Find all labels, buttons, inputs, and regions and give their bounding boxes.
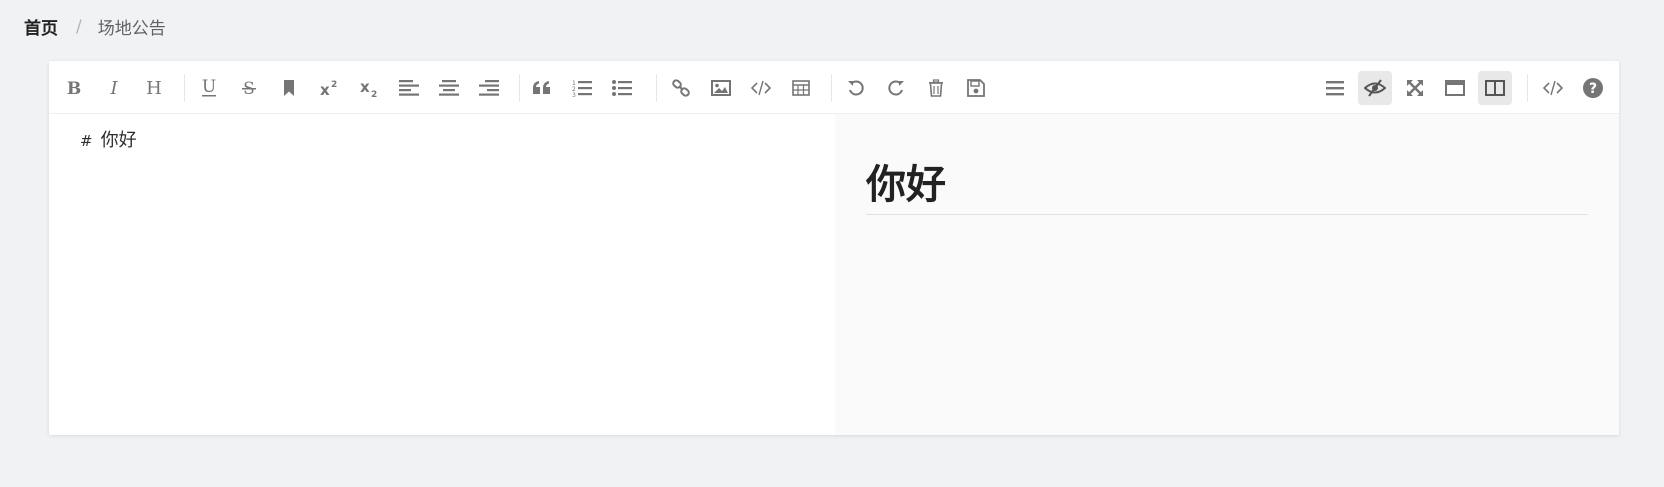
superscript-button[interactable]: x2 [312, 71, 346, 105]
undo-icon [847, 79, 865, 97]
svg-text:2: 2 [371, 90, 377, 98]
image-icon [711, 80, 731, 96]
align-left-icon [399, 80, 419, 96]
svg-text:I: I [109, 79, 118, 97]
bars-icon [1326, 80, 1344, 96]
strikethrough-button[interactable]: S [232, 71, 266, 105]
table-button[interactable] [784, 71, 818, 105]
undo-button[interactable] [839, 71, 873, 105]
editor-toolbar: B I H U S x2 x2 1 2 3 ? [49, 61, 1619, 114]
italic-icon: I [105, 79, 123, 97]
underline-icon: U [200, 78, 218, 98]
html-code-button[interactable] [1536, 71, 1570, 105]
help-button[interactable]: ? [1576, 71, 1610, 105]
unordered-list-button[interactable] [605, 71, 639, 105]
underline-button[interactable]: U [192, 71, 226, 105]
header-icon: H [144, 79, 164, 97]
preview-toggle-button[interactable] [1358, 71, 1392, 105]
superscript-icon: x2 [319, 79, 339, 97]
save-icon [967, 79, 985, 97]
mark-button[interactable] [272, 71, 306, 105]
breadcrumb-separator: / [76, 16, 82, 37]
svg-text:U: U [202, 78, 216, 97]
toolbar-divider [519, 74, 520, 102]
redo-button[interactable] [879, 71, 913, 105]
markdown-editor: B I H U S x2 x2 1 2 3 ? # 你好 你好 [49, 61, 1619, 435]
breadcrumb-current: 场地公告 [97, 19, 166, 39]
link-button[interactable] [664, 71, 698, 105]
quote-button[interactable] [525, 71, 559, 105]
fullscreen-button[interactable] [1398, 71, 1432, 105]
redo-icon [887, 79, 905, 97]
svg-text:3: 3 [572, 92, 576, 97]
table-icon [792, 80, 810, 96]
code-button[interactable] [744, 71, 778, 105]
markdown-source-pane[interactable]: # 你好 [49, 114, 835, 435]
toolbar-divider [1527, 74, 1528, 102]
svg-text:x: x [320, 81, 330, 97]
bold-button[interactable]: B [57, 71, 91, 105]
expand-icon [1406, 79, 1424, 97]
bookmark-icon [282, 80, 296, 96]
subscript-button[interactable]: x2 [352, 71, 386, 105]
breadcrumb-home[interactable]: 首页 [24, 14, 58, 39]
svg-text:2: 2 [331, 80, 337, 90]
window-icon [1445, 80, 1465, 96]
ordered-list-icon: 123 [572, 79, 592, 97]
svg-text:B: B [67, 79, 81, 97]
quote-icon [533, 80, 551, 96]
align-right-button[interactable] [472, 71, 506, 105]
save-button[interactable] [959, 71, 993, 105]
read-mode-button[interactable] [1438, 71, 1472, 105]
toolbar-divider [656, 74, 657, 102]
align-center-icon [439, 80, 459, 96]
toolbar-divider [184, 74, 185, 102]
eye-slash-icon [1364, 79, 1386, 97]
subscript-icon: x2 [359, 78, 379, 98]
unordered-list-icon [612, 80, 632, 96]
align-right-icon [479, 80, 499, 96]
markdown-preview-pane: 你好 [835, 114, 1619, 435]
align-left-button[interactable] [392, 71, 426, 105]
link-icon [672, 79, 690, 97]
header-button[interactable]: H [137, 71, 171, 105]
trash-button[interactable] [919, 71, 953, 105]
subfield-button[interactable] [1478, 71, 1512, 105]
navigation-button[interactable] [1318, 71, 1352, 105]
svg-text:H: H [146, 79, 162, 97]
ordered-list-button[interactable]: 123 [565, 71, 599, 105]
trash-icon [928, 79, 944, 97]
align-center-button[interactable] [432, 71, 466, 105]
svg-text:x: x [360, 78, 370, 96]
heading-underline [866, 214, 1588, 215]
svg-text:?: ? [1589, 81, 1597, 97]
code-icon [1543, 80, 1563, 96]
italic-button[interactable]: I [97, 71, 131, 105]
image-button[interactable] [704, 71, 738, 105]
columns-icon [1485, 80, 1505, 96]
preview-heading: 你好 [866, 162, 946, 208]
source-text: 你好 [100, 130, 137, 151]
strikethrough-icon: S [240, 78, 258, 98]
code-icon [751, 80, 771, 96]
breadcrumb: 首页 / 场地公告 [24, 14, 166, 40]
question-circle-icon: ? [1583, 78, 1603, 98]
bold-icon: B [65, 79, 83, 97]
source-line[interactable]: # 你好 [80, 126, 137, 152]
toolbar-divider [831, 74, 832, 102]
source-hash: # [80, 132, 93, 150]
